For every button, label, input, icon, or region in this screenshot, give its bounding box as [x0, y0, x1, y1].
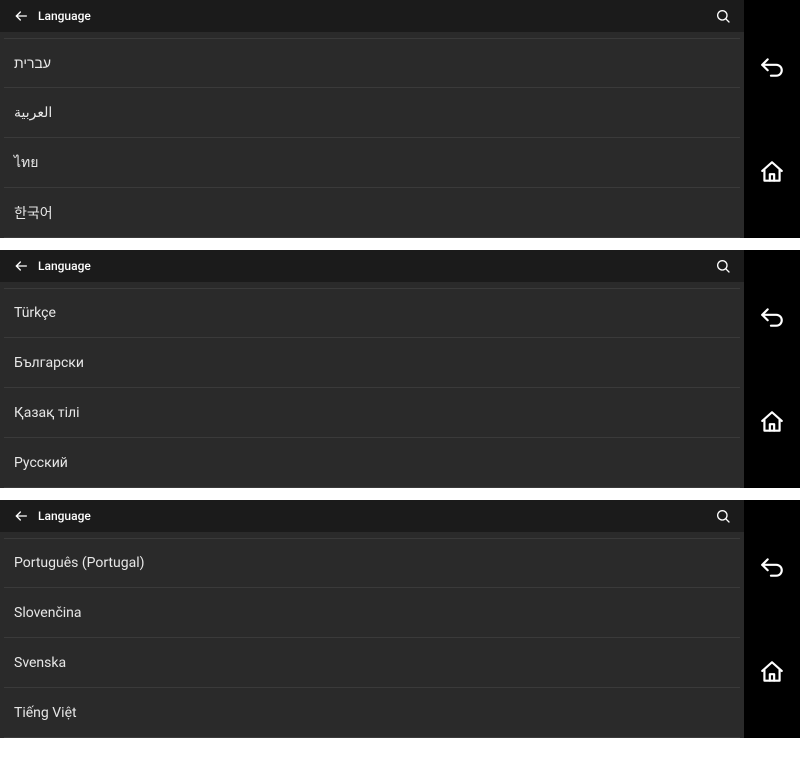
language-label: Қазақ тілі	[14, 405, 80, 421]
language-label: Slovenčina	[14, 605, 82, 621]
return-icon[interactable]	[752, 297, 792, 337]
language-panel: Language Português (Portugal) Slovenčina Sv…	[0, 500, 800, 738]
language-label: Português (Portugal)	[14, 555, 144, 571]
return-icon[interactable]	[752, 47, 792, 87]
language-list: Türkçe Български Қазақ тілі Русский	[0, 282, 744, 488]
language-label: 한국어	[14, 203, 53, 223]
search-icon[interactable]	[712, 508, 734, 524]
system-sidebar	[744, 250, 800, 488]
main-area: Language Português (Portugal) Slovenčina Sv…	[0, 500, 744, 738]
back-arrow-icon[interactable]	[10, 508, 32, 524]
header-title: Language	[38, 259, 91, 273]
search-icon[interactable]	[712, 258, 734, 274]
language-row[interactable]: 한국어	[4, 188, 740, 238]
language-label: العربية	[14, 105, 52, 121]
home-icon[interactable]	[752, 652, 792, 692]
language-label: ไทย	[14, 152, 38, 174]
language-row[interactable]: العربية	[4, 88, 740, 138]
main-area: Language עברית العربية ไทย 한국어	[0, 0, 744, 238]
header-title: Language	[38, 509, 91, 523]
language-label: Türkçe	[14, 305, 56, 321]
language-label: עברית	[14, 55, 51, 72]
language-row[interactable]: Slovenčina	[4, 588, 740, 638]
search-icon[interactable]	[712, 8, 734, 24]
language-label: Български	[14, 355, 84, 371]
language-row[interactable]: Български	[4, 338, 740, 388]
header-bar: Language	[0, 0, 744, 32]
home-icon[interactable]	[752, 402, 792, 442]
language-row[interactable]: Türkçe	[4, 288, 740, 338]
language-list: עברית العربية ไทย 한국어	[0, 32, 744, 238]
language-row[interactable]: עברית	[4, 38, 740, 88]
language-row[interactable]: Português (Portugal)	[4, 538, 740, 588]
back-arrow-icon[interactable]	[10, 8, 32, 24]
language-panel: Language Türkçe Български Қазақ тілі Русский	[0, 250, 800, 488]
language-list: Português (Portugal) Slovenčina Svenska Tiế…	[0, 532, 744, 738]
language-label: Svenska	[14, 655, 66, 671]
main-area: Language Türkçe Български Қазақ тілі Русский	[0, 250, 744, 488]
language-label: Русский	[14, 455, 68, 471]
language-row[interactable]: Svenska	[4, 638, 740, 688]
header-bar: Language	[0, 250, 744, 282]
return-icon[interactable]	[752, 547, 792, 587]
language-row[interactable]: Tiếng Việt	[4, 688, 740, 738]
language-row[interactable]: Русский	[4, 438, 740, 488]
header-bar: Language	[0, 500, 744, 532]
back-arrow-icon[interactable]	[10, 258, 32, 274]
system-sidebar	[744, 500, 800, 738]
system-sidebar	[744, 0, 800, 238]
header-title: Language	[38, 9, 91, 23]
language-row[interactable]: ไทย	[4, 138, 740, 188]
home-icon[interactable]	[752, 152, 792, 192]
language-row[interactable]: Қазақ тілі	[4, 388, 740, 438]
language-label: Tiếng Việt	[14, 705, 77, 721]
language-panel: Language עברית العربية ไทย 한국어	[0, 0, 800, 238]
